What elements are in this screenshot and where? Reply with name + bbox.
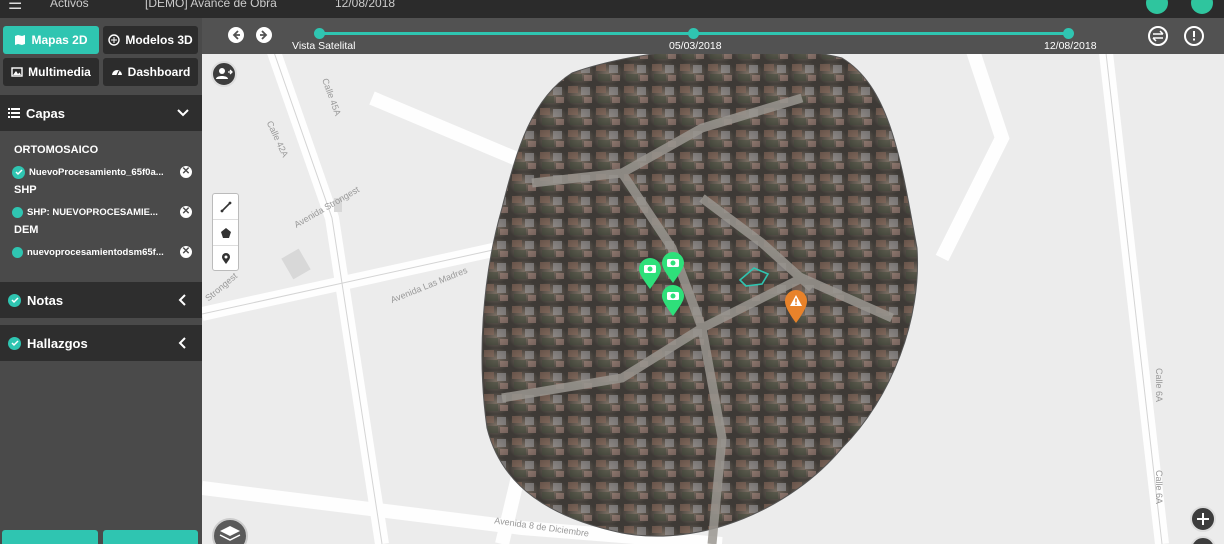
findings-section-header[interactable]: Hallazgos: [0, 325, 202, 361]
user-avatar[interactable]: [1191, 0, 1213, 14]
info-icon[interactable]: [1184, 26, 1204, 46]
timeline-label[interactable]: Vista Satelital: [292, 40, 355, 52]
layer-item-ortomosaico[interactable]: NuevoProcesamiento_65f0a... ✕: [12, 165, 192, 179]
group-title-shp: SHP: [14, 184, 37, 196]
camera-marker-icon[interactable]: [661, 285, 685, 317]
checkmark-icon[interactable]: [8, 336, 21, 350]
draw-toolbar: [212, 193, 239, 271]
timeline-bar: Vista Satelital 05/03/2018 12/08/2018: [202, 18, 1224, 54]
layers-title: Capas: [26, 105, 66, 121]
download-button[interactable]: [103, 530, 198, 544]
layer-color-dot[interactable]: [12, 246, 23, 258]
line-icon: [220, 201, 231, 212]
timeline-label[interactable]: 05/03/2018: [669, 40, 722, 52]
hamburger-menu-icon[interactable]: ☰: [8, 0, 22, 14]
layers-toggle-button[interactable]: [212, 518, 248, 544]
chevron-left-icon[interactable]: [176, 293, 190, 307]
zoom-in-button[interactable]: [1190, 506, 1216, 532]
timeline-point-satellite[interactable]: [314, 28, 325, 39]
draw-polygon-tool[interactable]: [213, 220, 238, 246]
pin-icon: [221, 253, 230, 264]
group-title-dem: DEM: [14, 224, 39, 236]
tab-label: Multimedia: [28, 65, 91, 79]
tab-multimedia[interactable]: Multimedia: [3, 58, 99, 86]
street-label: Calle 6A: [1154, 469, 1165, 505]
tab-mapas-2d[interactable]: Mapas 2D: [3, 26, 99, 54]
polygon-icon: [220, 227, 231, 238]
map-basemap: [202, 18, 1169, 544]
layer-item-shp[interactable]: SHP: NUEVOPROCESAMIE... ✕: [12, 205, 192, 219]
map-canvas[interactable]: Calle 45A Calle 42A Avenida Strongest Av…: [202, 18, 1224, 544]
remove-layer-icon[interactable]: ✕: [180, 206, 192, 218]
draw-marker-tool[interactable]: [213, 246, 238, 272]
tab-dashboard[interactable]: Dashboard: [103, 58, 198, 86]
dashboard-icon: [111, 70, 122, 76]
group-title-ortomosaico: ORTOMOSAICO: [14, 144, 99, 156]
map-icon: [15, 35, 26, 45]
layer-name: nuevoprocesamientodsm65f...: [27, 246, 164, 258]
chevron-left-icon[interactable]: [176, 336, 190, 350]
camera-marker-icon[interactable]: [661, 252, 685, 284]
tab-label: Modelos 3D: [125, 33, 193, 47]
timeline-label[interactable]: 12/08/2018: [1044, 40, 1097, 52]
left-sidebar: Mapas 2D Modelos 3D Multimedia Dashboard…: [0, 18, 202, 544]
arrow-left-icon[interactable]: [228, 27, 244, 43]
layer-name: NuevoProcesamiento_65f0a...: [29, 166, 164, 178]
checkmark-icon[interactable]: [12, 165, 25, 179]
layers-section-header[interactable]: Capas: [0, 95, 202, 131]
breadcrumb-project[interactable]: [DEMO] Avance de Obra: [145, 0, 277, 10]
remove-layer-icon[interactable]: ✕: [180, 246, 192, 258]
draw-line-tool[interactable]: [213, 194, 238, 220]
cube-icon: [108, 34, 121, 46]
tab-modelos-3d[interactable]: Modelos 3D: [103, 26, 198, 54]
timeline-point-2018-03-05[interactable]: [688, 28, 699, 39]
plus-icon: [1197, 513, 1209, 525]
image-icon: [11, 67, 23, 77]
notes-section-header[interactable]: Notas: [0, 282, 202, 318]
warning-marker-icon[interactable]: [784, 290, 808, 324]
checkmark-icon[interactable]: [8, 293, 21, 307]
breadcrumb-assets[interactable]: Activos: [50, 0, 89, 10]
layer-item-dem[interactable]: nuevoprocesamientodsm65f... ✕: [12, 245, 192, 259]
arrow-right-icon[interactable]: [256, 27, 272, 43]
street-label: Calle 6A: [1154, 367, 1165, 403]
layers-icon: [219, 526, 241, 541]
compare-icon[interactable]: [1148, 26, 1168, 46]
tab-label: Mapas 2D: [31, 33, 88, 47]
findings-title: Hallazgos: [27, 335, 88, 351]
breadcrumb-date[interactable]: 12/08/2018: [335, 0, 395, 10]
chevron-down-icon[interactable]: [176, 106, 190, 120]
share-button[interactable]: [211, 61, 237, 87]
camera-marker-icon[interactable]: [638, 258, 662, 290]
top-app-bar: ☰ Activos [DEMO] Avance de Obra 12/08/20…: [0, 0, 1224, 18]
list-icon: [8, 108, 20, 118]
upload-button[interactable]: [2, 530, 98, 544]
tab-label: Dashboard: [127, 65, 191, 79]
layer-name: SHP: NUEVOPROCESAMIE...: [27, 206, 158, 218]
notes-title: Notas: [27, 292, 64, 308]
status-indicator-icon[interactable]: [1146, 0, 1168, 14]
layer-color-dot[interactable]: [12, 206, 23, 218]
timeline-point-2018-08-12[interactable]: [1063, 28, 1074, 39]
users-icon: [216, 68, 233, 79]
remove-layer-icon[interactable]: ✕: [180, 166, 192, 178]
